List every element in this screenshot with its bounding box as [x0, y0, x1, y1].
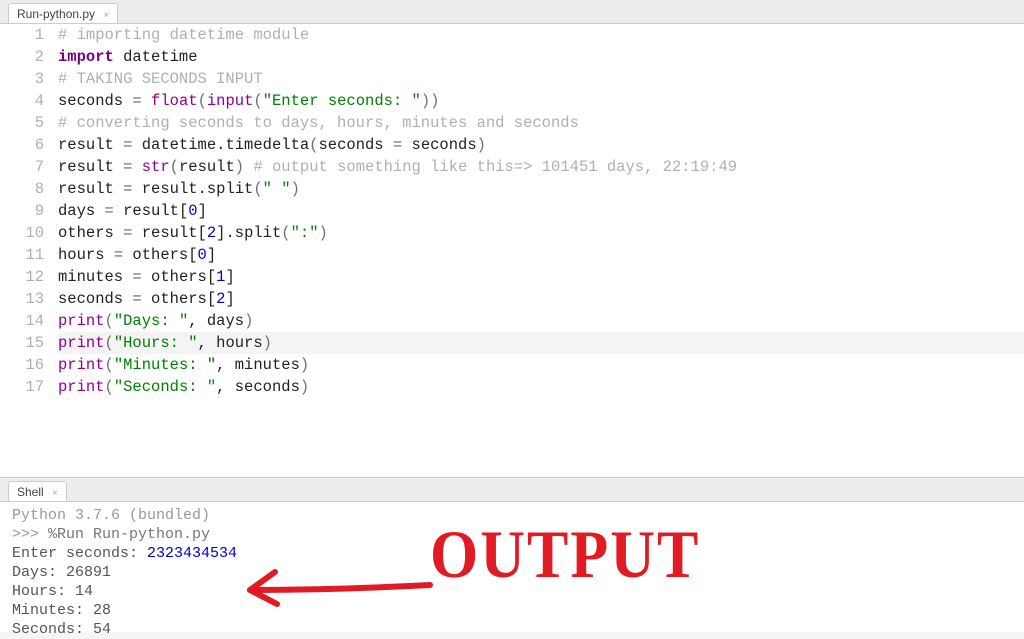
code-line[interactable]: 6result = datetime.timedelta(seconds = s… — [0, 134, 1024, 156]
code-line[interactable]: 3# TAKING SECONDS INPUT — [0, 68, 1024, 90]
code-content[interactable]: print("Hours: ", hours) — [58, 332, 1024, 354]
python-version: Python 3.7.6 (bundled) — [12, 506, 1012, 525]
code-line[interactable]: 17print("Seconds: ", seconds) — [0, 376, 1024, 398]
close-icon[interactable]: × — [52, 488, 58, 499]
code-line[interactable]: 10others = result[2].split(":") — [0, 222, 1024, 244]
line-number: 10 — [0, 222, 58, 244]
code-line[interactable]: 5# converting seconds to days, hours, mi… — [0, 112, 1024, 134]
editor-tab[interactable]: Run-python.py × — [8, 3, 118, 23]
editor-tab-label: Run-python.py — [17, 7, 95, 21]
code-editor[interactable]: 1# importing datetime module2import date… — [0, 24, 1024, 478]
code-line[interactable]: 13seconds = others[2] — [0, 288, 1024, 310]
code-line[interactable]: 16print("Minutes: ", minutes) — [0, 354, 1024, 376]
line-number: 14 — [0, 310, 58, 332]
editor-tab-bar: Run-python.py × — [0, 0, 1024, 24]
shell-output-line: Enter seconds: 2323434534 — [12, 544, 1012, 563]
code-line[interactable]: 7result = str(result) # output something… — [0, 156, 1024, 178]
code-content[interactable]: result = datetime.timedelta(seconds = se… — [58, 134, 1024, 156]
line-number: 8 — [0, 178, 58, 200]
shell-output-line: Days: 26891 — [12, 563, 1012, 582]
code-line[interactable]: 15print("Hours: ", hours) — [0, 332, 1024, 354]
code-content[interactable]: # converting seconds to days, hours, min… — [58, 112, 1024, 134]
code-content[interactable]: result = str(result) # output something … — [58, 156, 1024, 178]
code-content[interactable]: hours = others[0] — [58, 244, 1024, 266]
line-number: 15 — [0, 332, 58, 354]
code-line[interactable]: 14print("Days: ", days) — [0, 310, 1024, 332]
line-number: 16 — [0, 354, 58, 376]
line-number: 11 — [0, 244, 58, 266]
shell-tab[interactable]: Shell × — [8, 481, 67, 501]
code-content[interactable]: print("Days: ", days) — [58, 310, 1024, 332]
code-line[interactable]: 12minutes = others[1] — [0, 266, 1024, 288]
shell-output-line: Seconds: 54 — [12, 620, 1012, 639]
line-number: 5 — [0, 112, 58, 134]
shell-run-cmd: %Run Run-python.py — [48, 526, 210, 543]
code-line[interactable]: 11hours = others[0] — [0, 244, 1024, 266]
code-line[interactable]: 4seconds = float(input("Enter seconds: "… — [0, 90, 1024, 112]
line-number: 1 — [0, 24, 58, 46]
shell-output-line: Minutes: 28 — [12, 601, 1012, 620]
line-number: 9 — [0, 200, 58, 222]
shell-output[interactable]: Python 3.7.6 (bundled) >>> %Run Run-pyth… — [0, 502, 1024, 632]
line-number: 17 — [0, 376, 58, 398]
code-content[interactable]: days = result[0] — [58, 200, 1024, 222]
line-number: 6 — [0, 134, 58, 156]
code-content[interactable]: minutes = others[1] — [58, 266, 1024, 288]
code-line[interactable]: 9days = result[0] — [0, 200, 1024, 222]
code-content[interactable]: result = result.split(" ") — [58, 178, 1024, 200]
shell-tab-bar: Shell × — [0, 478, 1024, 502]
shell-run-line: >>> %Run Run-python.py — [12, 525, 1012, 544]
code-content[interactable]: seconds = float(input("Enter seconds: ")… — [58, 90, 1024, 112]
shell-output-line: Hours: 14 — [12, 582, 1012, 601]
code-content[interactable]: print("Seconds: ", seconds) — [58, 376, 1024, 398]
code-content[interactable]: print("Minutes: ", minutes) — [58, 354, 1024, 376]
code-line[interactable]: 8result = result.split(" ") — [0, 178, 1024, 200]
shell-tab-label: Shell — [17, 485, 44, 499]
code-content[interactable]: # TAKING SECONDS INPUT — [58, 68, 1024, 90]
shell-prompt: >>> — [12, 526, 48, 543]
code-content[interactable]: seconds = others[2] — [58, 288, 1024, 310]
line-number: 12 — [0, 266, 58, 288]
line-number: 3 — [0, 68, 58, 90]
line-number: 2 — [0, 46, 58, 68]
line-number: 4 — [0, 90, 58, 112]
code-line[interactable]: 1# importing datetime module — [0, 24, 1024, 46]
code-content[interactable]: import datetime — [58, 46, 1024, 68]
code-line[interactable]: 2import datetime — [0, 46, 1024, 68]
code-content[interactable]: others = result[2].split(":") — [58, 222, 1024, 244]
close-icon[interactable]: × — [103, 10, 109, 21]
line-number: 13 — [0, 288, 58, 310]
code-content[interactable]: # importing datetime module — [58, 24, 1024, 46]
line-number: 7 — [0, 156, 58, 178]
